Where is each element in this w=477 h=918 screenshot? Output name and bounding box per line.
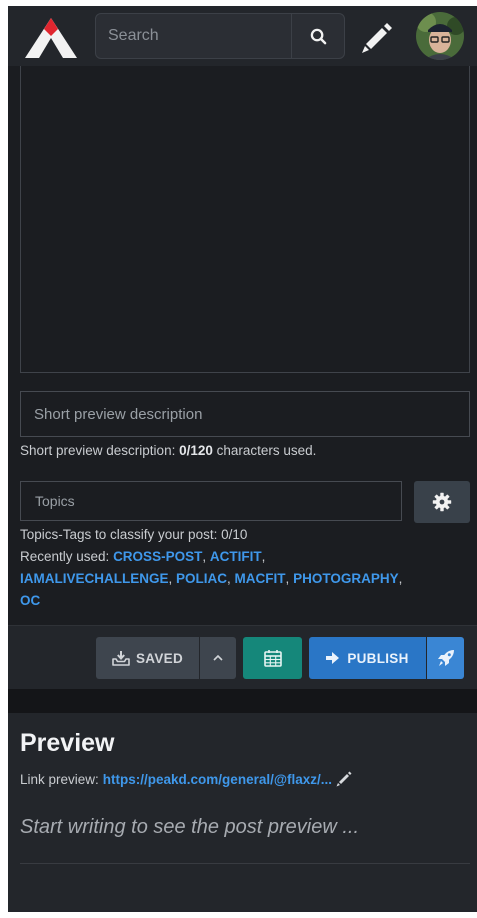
pencil-icon[interactable] (360, 21, 394, 55)
publish-label: PUBLISH (347, 650, 409, 666)
tag-poliac[interactable]: POLIAC (176, 571, 227, 586)
pencil-icon[interactable] (336, 771, 352, 787)
tag-photography[interactable]: PHOTOGRAPHY (293, 571, 399, 586)
preview-placeholder: Start writing to see the post preview ..… (20, 816, 360, 838)
rocket-icon (437, 650, 454, 666)
recently-used-tags: Recently used: CROSS-POST, ACTIFIT, IAMAL… (20, 549, 403, 608)
tag-cross-post[interactable]: CROSS-POST (113, 549, 202, 564)
calendar-icon (263, 650, 282, 667)
search-box (95, 13, 345, 59)
preview-panel: Preview Link preview: https://peakd.com/… (8, 713, 477, 912)
post-body-editor[interactable] (20, 66, 470, 373)
saved-button[interactable]: SAVED (96, 637, 199, 679)
topics-settings-button[interactable] (414, 481, 470, 523)
schedule-button[interactable] (243, 637, 302, 679)
search-icon (310, 28, 326, 44)
action-bar: SAVED PUBLISH (8, 625, 477, 689)
arrow-right-icon (326, 652, 340, 664)
short-description-input[interactable] (20, 391, 470, 437)
chevron-up-icon (213, 655, 223, 661)
tag-iamalivechallenge[interactable]: IAMALIVECHALLENGE (20, 571, 169, 586)
top-bar (8, 6, 477, 66)
tag-oc[interactable]: OC (20, 593, 40, 608)
topics-input[interactable] (20, 481, 402, 521)
link-preview-label: Link preview: (20, 771, 99, 787)
inbox-download-icon (112, 651, 130, 666)
section-separator (8, 689, 477, 713)
tag-actifit[interactable]: ACTIFIT (210, 549, 262, 564)
link-preview-url[interactable]: https://peakd.com/general/@flaxz/... (103, 772, 332, 787)
search-input[interactable] (96, 14, 304, 58)
preview-title: Preview (20, 729, 115, 757)
divider (20, 863, 470, 864)
app-frame: Short preview description: 0/120 charact… (8, 6, 477, 912)
topics-counter: Topics-Tags to classify your post: 0/10 (20, 527, 248, 542)
tag-macfit[interactable]: MACFIT (235, 571, 286, 586)
peakd-logo[interactable] (25, 16, 77, 60)
gear-icon (432, 492, 452, 512)
publish-options-button[interactable] (427, 637, 464, 679)
description-count: 0/120 (179, 443, 213, 458)
save-options-button[interactable] (200, 637, 236, 679)
search-button[interactable] (291, 14, 344, 58)
user-avatar[interactable] (416, 12, 464, 60)
link-preview: Link preview: https://peakd.com/general/… (20, 771, 352, 787)
publish-button[interactable]: PUBLISH (309, 637, 426, 679)
description-counter: Short preview description: 0/120 charact… (20, 443, 317, 458)
saved-label: SAVED (135, 650, 183, 666)
